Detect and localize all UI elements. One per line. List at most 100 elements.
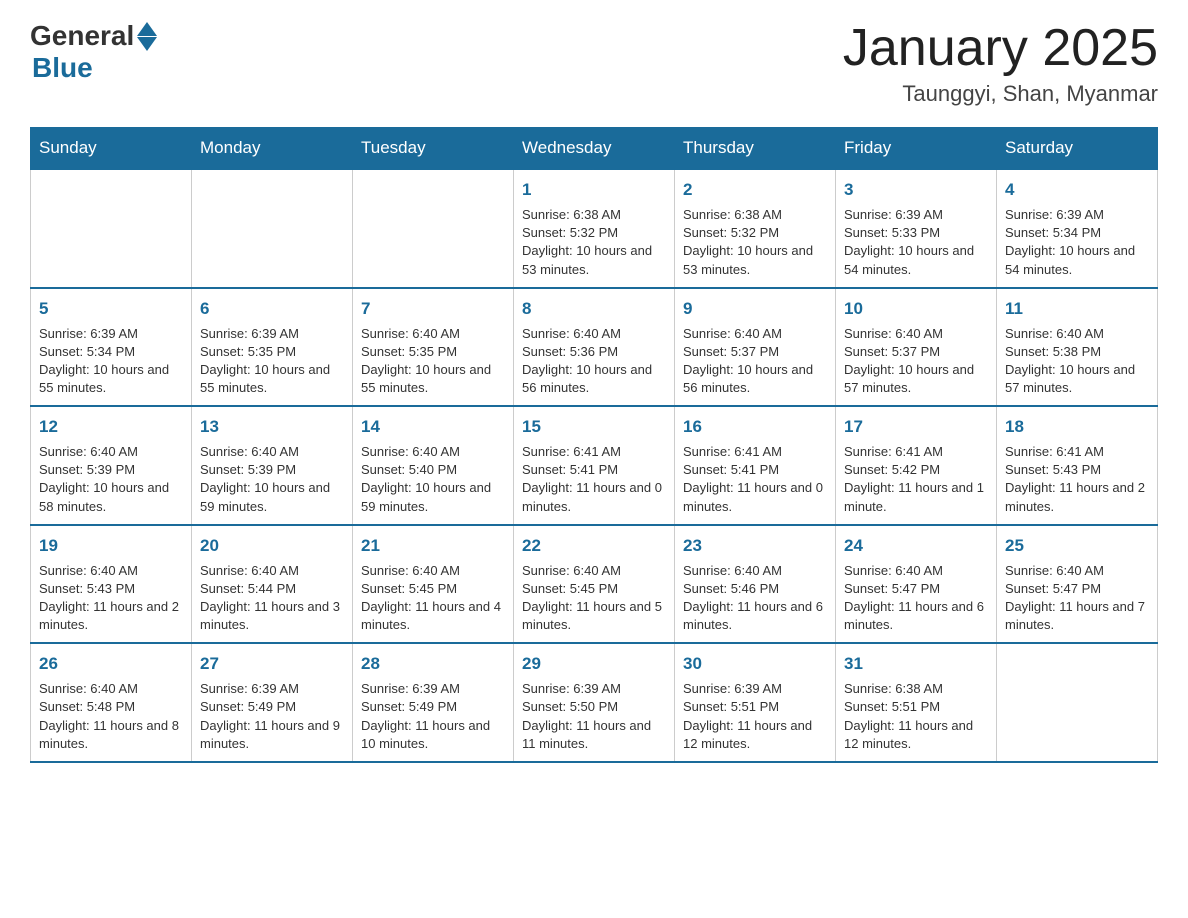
day-number: 27	[200, 652, 344, 676]
day-number: 14	[361, 415, 505, 439]
calendar-cell: 5 Sunrise: 6:39 AM Sunset: 5:34 PM Daylig…	[31, 288, 192, 407]
day-info: Sunrise: 6:40 AM Sunset: 5:46 PM Dayligh…	[683, 562, 827, 635]
day-info: Sunrise: 6:40 AM Sunset: 5:48 PM Dayligh…	[39, 680, 183, 753]
calendar-cell: 15 Sunrise: 6:41 AM Sunset: 5:41 PM Dayli…	[514, 406, 675, 525]
calendar-cell: 13 Sunrise: 6:40 AM Sunset: 5:39 PM Dayli…	[192, 406, 353, 525]
calendar-cell: 27 Sunrise: 6:39 AM Sunset: 5:49 PM Dayli…	[192, 643, 353, 762]
day-number: 18	[1005, 415, 1149, 439]
day-number: 31	[844, 652, 988, 676]
logo-line1: General	[30, 20, 157, 52]
day-info: Sunrise: 6:40 AM Sunset: 5:45 PM Dayligh…	[361, 562, 505, 635]
calendar-cell	[997, 643, 1158, 762]
day-info: Sunrise: 6:40 AM Sunset: 5:39 PM Dayligh…	[200, 443, 344, 516]
day-header-sunday: Sunday	[31, 128, 192, 170]
day-info: Sunrise: 6:39 AM Sunset: 5:34 PM Dayligh…	[1005, 206, 1149, 279]
calendar-cell: 29Sunrise: 6:39 AM Sunset: 5:50 PM Dayli…	[514, 643, 675, 762]
calendar-cell: 12Sunrise: 6:40 AM Sunset: 5:39 PM Dayli…	[31, 406, 192, 525]
day-info: Sunrise: 6:40 AM Sunset: 5:47 PM Dayligh…	[844, 562, 988, 635]
calendar-cell: 19 Sunrise: 6:40 AM Sunset: 5:43 PM Dayli…	[31, 525, 192, 644]
calendar-cell: 25 Sunrise: 6:40 AM Sunset: 5:47 PM Dayli…	[997, 525, 1158, 644]
day-number: 11	[1005, 297, 1149, 321]
day-number: 6	[200, 297, 344, 321]
day-info: Sunrise: 6:40 AM Sunset: 5:37 PM Dayligh…	[683, 325, 827, 398]
day-number: 5	[39, 297, 183, 321]
day-info: Sunrise: 6:40 AM Sunset: 5:44 PM Dayligh…	[200, 562, 344, 635]
day-number: 15	[522, 415, 666, 439]
calendar-cell: 17 Sunrise: 6:41 AM Sunset: 5:42 PM Dayli…	[836, 406, 997, 525]
calendar-cell: 11 Sunrise: 6:40 AM Sunset: 5:38 PM Dayli…	[997, 288, 1158, 407]
calendar-week-row: 12 Sunrise: 6:40 AM Sunset: 5:39 PM Dayli…	[31, 406, 1158, 525]
day-info: Sunrise: 6:41 AM Sunset: 5:42 PM Dayligh…	[844, 443, 988, 516]
day-number: 30	[683, 652, 827, 676]
calendar-cell: 23 Sunrise: 6:40 AM Sunset: 5:46 PM Dayli…	[675, 525, 836, 644]
calendar-cell: 9 Sunrise: 6:40 AM Sunset: 5:37 PM Daylig…	[675, 288, 836, 407]
day-number: 26	[39, 652, 183, 676]
logo-wrapper: General Blue	[30, 20, 157, 84]
calendar-cell	[192, 169, 353, 288]
day-number: 12	[39, 415, 183, 439]
calendar-cell: 24 Sunrise: 6:40 AM Sunset: 5:47 PM Dayli…	[836, 525, 997, 644]
calendar-cell: 21 Sunrise: 6:40 AM Sunset: 5:45 PM Dayli…	[353, 525, 514, 644]
day-info: Sunrise: 6:41 AM Sunset: 5:43 PM Dayligh…	[1005, 443, 1149, 516]
day-info: Sunrise: 6:41 AM Sunset: 5:41 PM Dayligh…	[683, 443, 827, 516]
calendar-cell: 7 Sunrise: 6:40 AM Sunset: 5:35 PM Daylig…	[353, 288, 514, 407]
calendar-cell: 31 Sunrise: 6:38 AM Sunset: 5:51 PM Dayli…	[836, 643, 997, 762]
calendar-week-row: 5 Sunrise: 6:39 AM Sunset: 5:34 PM Daylig…	[31, 288, 1158, 407]
calendar-cell: 26 Sunrise: 6:40 AM Sunset: 5:48 PM Dayli…	[31, 643, 192, 762]
day-info: Sunrise: 6:38 AM Sunset: 5:32 PM Dayligh…	[522, 206, 666, 279]
calendar-cell: 8 Sunrise: 6:40 AM Sunset: 5:36 PM Daylig…	[514, 288, 675, 407]
day-number: 19	[39, 534, 183, 558]
day-number: 29	[522, 652, 666, 676]
day-number: 4	[1005, 178, 1149, 202]
page-header: General Blue January 2025 Taunggyi, Shan…	[30, 20, 1158, 107]
day-number: 2	[683, 178, 827, 202]
day-info: Sunrise: 6:39 AM Sunset: 5:35 PM Dayligh…	[200, 325, 344, 398]
day-number: 8	[522, 297, 666, 321]
day-header-monday: Monday	[192, 128, 353, 170]
logo-general-text: General	[30, 20, 134, 52]
calendar-subtitle: Taunggyi, Shan, Myanmar	[843, 81, 1158, 107]
day-number: 24	[844, 534, 988, 558]
day-header-friday: Friday	[836, 128, 997, 170]
calendar-cell: 3 Sunrise: 6:39 AM Sunset: 5:33 PM Daylig…	[836, 169, 997, 288]
day-number: 22	[522, 534, 666, 558]
calendar-cell: 10Sunrise: 6:40 AM Sunset: 5:37 PM Dayli…	[836, 288, 997, 407]
day-number: 9	[683, 297, 827, 321]
calendar-cell: 30 Sunrise: 6:39 AM Sunset: 5:51 PM Dayli…	[675, 643, 836, 762]
day-number: 1	[522, 178, 666, 202]
day-header-tuesday: Tuesday	[353, 128, 514, 170]
day-info: Sunrise: 6:39 AM Sunset: 5:49 PM Dayligh…	[200, 680, 344, 753]
calendar-cell: 22Sunrise: 6:40 AM Sunset: 5:45 PM Dayli…	[514, 525, 675, 644]
day-number: 20	[200, 534, 344, 558]
day-info: Sunrise: 6:40 AM Sunset: 5:37 PM Dayligh…	[844, 325, 988, 398]
calendar-header-row: SundayMondayTuesdayWednesdayThursdayFrid…	[31, 128, 1158, 170]
day-info: Sunrise: 6:40 AM Sunset: 5:38 PM Dayligh…	[1005, 325, 1149, 398]
calendar-cell	[353, 169, 514, 288]
day-info: Sunrise: 6:40 AM Sunset: 5:36 PM Dayligh…	[522, 325, 666, 398]
calendar-cell: 4 Sunrise: 6:39 AM Sunset: 5:34 PM Daylig…	[997, 169, 1158, 288]
day-info: Sunrise: 6:39 AM Sunset: 5:34 PM Dayligh…	[39, 325, 183, 398]
day-info: Sunrise: 6:38 AM Sunset: 5:51 PM Dayligh…	[844, 680, 988, 753]
day-number: 25	[1005, 534, 1149, 558]
calendar-cell: 20 Sunrise: 6:40 AM Sunset: 5:44 PM Dayli…	[192, 525, 353, 644]
day-info: Sunrise: 6:39 AM Sunset: 5:33 PM Dayligh…	[844, 206, 988, 279]
day-info: Sunrise: 6:39 AM Sunset: 5:51 PM Dayligh…	[683, 680, 827, 753]
day-number: 7	[361, 297, 505, 321]
calendar-cell: 2 Sunrise: 6:38 AM Sunset: 5:32 PM Daylig…	[675, 169, 836, 288]
title-section: January 2025 Taunggyi, Shan, Myanmar	[843, 20, 1158, 107]
day-number: 21	[361, 534, 505, 558]
calendar-cell: 6 Sunrise: 6:39 AM Sunset: 5:35 PM Daylig…	[192, 288, 353, 407]
day-info: Sunrise: 6:40 AM Sunset: 5:47 PM Dayligh…	[1005, 562, 1149, 635]
day-number: 13	[200, 415, 344, 439]
day-number: 17	[844, 415, 988, 439]
calendar-cell: 16Sunrise: 6:41 AM Sunset: 5:41 PM Dayli…	[675, 406, 836, 525]
day-info: Sunrise: 6:40 AM Sunset: 5:35 PM Dayligh…	[361, 325, 505, 398]
day-info: Sunrise: 6:40 AM Sunset: 5:43 PM Dayligh…	[39, 562, 183, 635]
calendar-title: January 2025	[843, 20, 1158, 77]
calendar-cell: 18 Sunrise: 6:41 AM Sunset: 5:43 PM Dayli…	[997, 406, 1158, 525]
day-header-saturday: Saturday	[997, 128, 1158, 170]
day-info: Sunrise: 6:38 AM Sunset: 5:32 PM Dayligh…	[683, 206, 827, 279]
day-number: 23	[683, 534, 827, 558]
day-info: Sunrise: 6:41 AM Sunset: 5:41 PM Dayligh…	[522, 443, 666, 516]
day-number: 3	[844, 178, 988, 202]
